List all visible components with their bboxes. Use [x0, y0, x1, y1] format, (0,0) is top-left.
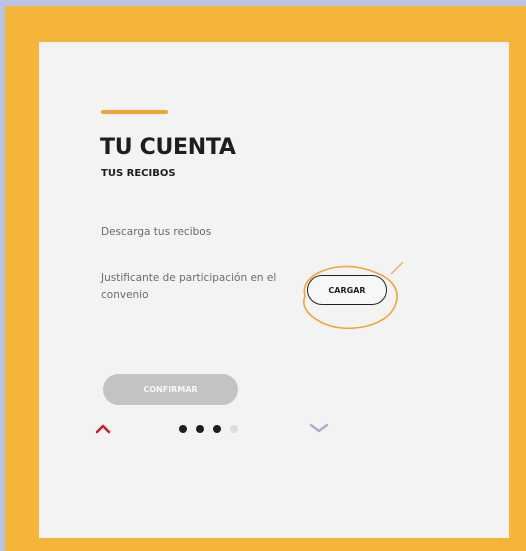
document-label: Justificante de participación en el conv…: [101, 272, 277, 301]
pagination-dot[interactable]: [230, 425, 238, 433]
pagination-dots: [179, 425, 238, 433]
accent-bar: [101, 110, 168, 114]
pagination-dot[interactable]: [213, 425, 221, 433]
page-title: TU CUENTA: [100, 135, 236, 160]
chevron-up-icon[interactable]: [95, 422, 111, 434]
pagination-dot[interactable]: [179, 425, 187, 433]
account-card: TU CUENTA TUS RECIBOS Descarga tus recib…: [39, 42, 509, 538]
chevron-down-icon[interactable]: [309, 422, 329, 434]
description-text: Descarga tus recibos: [101, 226, 212, 238]
page-subtitle: TUS RECIBOS: [101, 168, 176, 179]
upload-button[interactable]: CARGAR: [307, 275, 387, 305]
pagination-dot[interactable]: [196, 425, 204, 433]
confirm-button[interactable]: CONFIRMAR: [103, 374, 238, 405]
frame: TU CUENTA TUS RECIBOS Descarga tus recib…: [5, 6, 526, 551]
